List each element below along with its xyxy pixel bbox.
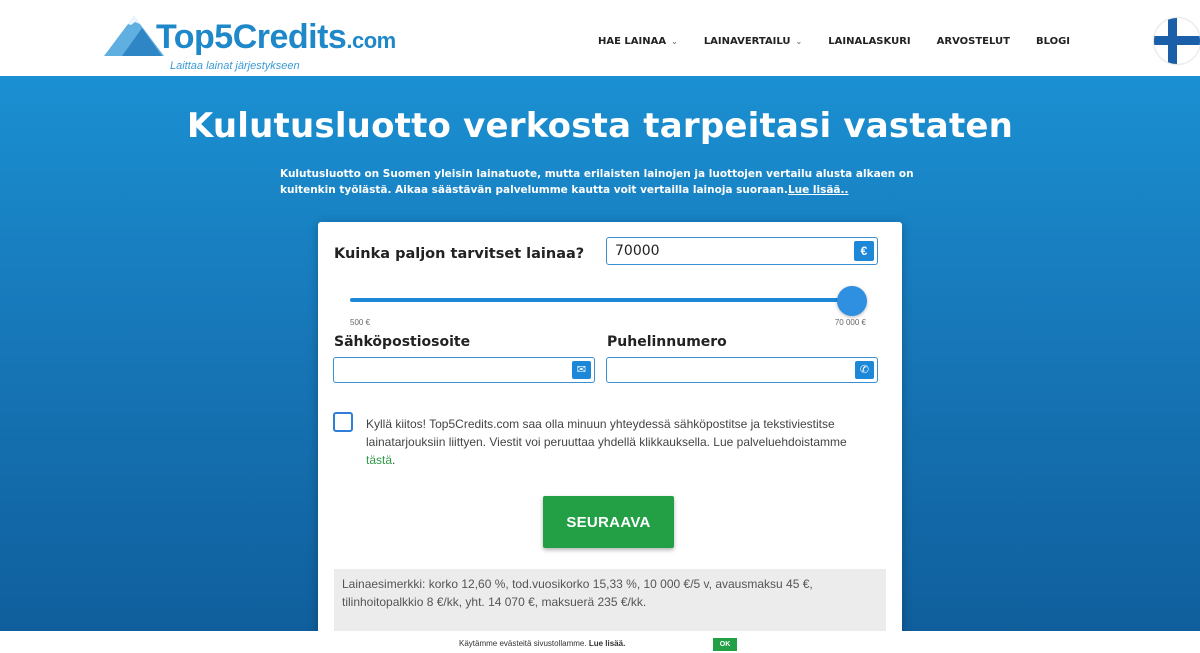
- nav-item-hae-lainaa[interactable]: HAE LAINAA ⌄: [598, 36, 678, 47]
- next-button[interactable]: SEURAAVA: [543, 496, 674, 548]
- consent-checkbox[interactable]: [333, 412, 353, 432]
- cookie-bar: Käytämme evästeitä sivustollamme. Lue li…: [0, 631, 1200, 653]
- amount-slider-handle[interactable]: [837, 286, 867, 316]
- nav-label: HAE LAINAA: [598, 36, 667, 47]
- cookie-message: Käytämme evästeitä sivustollamme.: [459, 639, 587, 648]
- email-icon: ✉: [572, 361, 591, 379]
- phone-field[interactable]: ✆: [606, 357, 878, 383]
- email-label: Sähköpostiosoite: [334, 334, 471, 350]
- slider-max-label: 70 000 €: [834, 318, 866, 327]
- phone-input[interactable]: [607, 358, 837, 382]
- nav-item-arvostelut[interactable]: ARVOSTELUT: [937, 36, 1010, 47]
- nav-label: BLOGI: [1035, 36, 1071, 47]
- mountain-logo-icon: [104, 16, 164, 56]
- logo-wordmark: Top5Credits.com: [156, 18, 396, 57]
- terms-link[interactable]: tästä: [366, 453, 392, 467]
- amount-slider-track[interactable]: [350, 298, 850, 302]
- consent-text: Kyllä kiitos! Top5Credits.com saa olla m…: [366, 417, 847, 467]
- email-field[interactable]: ✉: [333, 357, 595, 383]
- main-nav: HAE LAINAA ⌄ LAINAVERTAILU ⌄ LAINALASKURI …: [598, 36, 1096, 47]
- consent-body: Kyllä kiitos! Top5Credits.com saa olla m…: [366, 417, 847, 449]
- cookie-read-more-link[interactable]: Lue lisää.: [589, 639, 625, 648]
- amount-field[interactable]: €: [606, 237, 878, 265]
- amount-input[interactable]: [607, 238, 851, 264]
- nav-label: LAINAVERTAILU: [703, 36, 791, 47]
- nav-item-blogi[interactable]: BLOGI: [1036, 36, 1070, 47]
- cookie-text: Käytämme evästeitä sivustollamme. Lue li…: [459, 639, 625, 648]
- chevron-down-icon: ⌄: [671, 37, 678, 46]
- read-more-link[interactable]: Lue lisää..: [788, 184, 849, 196]
- chevron-down-icon: ⌄: [795, 37, 803, 46]
- loan-form-card: Kuinka paljon tarvitset lainaa? € 500 € …: [318, 222, 902, 653]
- flag-cross-horizontal: [1154, 36, 1200, 45]
- nav-item-lainavertailu[interactable]: LAINAVERTAILU ⌄: [704, 36, 802, 47]
- slider-min-label: 500 €: [350, 318, 371, 327]
- phone-label: Puhelinnumero: [607, 334, 727, 350]
- logo-tagline: Laittaa lainat järjestykseen: [170, 60, 300, 72]
- cookie-ok-button[interactable]: OK: [713, 638, 737, 651]
- nav-label: LAINALASKURI: [828, 36, 911, 47]
- hero-description: Kulutusluotto on Suomen yleisin lainatuo…: [280, 166, 930, 198]
- site-header: Top5Credits.com Laittaa lainat järjestyk…: [0, 0, 1200, 76]
- phone-icon: ✆: [855, 361, 874, 379]
- amount-question-label: Kuinka paljon tarvitset lainaa?: [334, 246, 585, 262]
- site-logo[interactable]: Top5Credits.com Laittaa lainat järjestyk…: [104, 12, 404, 74]
- finland-flag-icon[interactable]: [1154, 18, 1200, 64]
- page-title: Kulutusluotto verkosta tarpeitasi vastat…: [186, 106, 1014, 146]
- logo-suffix: .com: [346, 28, 396, 53]
- nav-label: ARVOSTELUT: [936, 36, 1010, 47]
- logo-text: Top5Credits: [156, 18, 347, 56]
- euro-icon: €: [854, 241, 874, 261]
- email-input[interactable]: [334, 358, 555, 382]
- nav-item-lainalaskuri[interactable]: LAINALASKURI: [828, 36, 910, 47]
